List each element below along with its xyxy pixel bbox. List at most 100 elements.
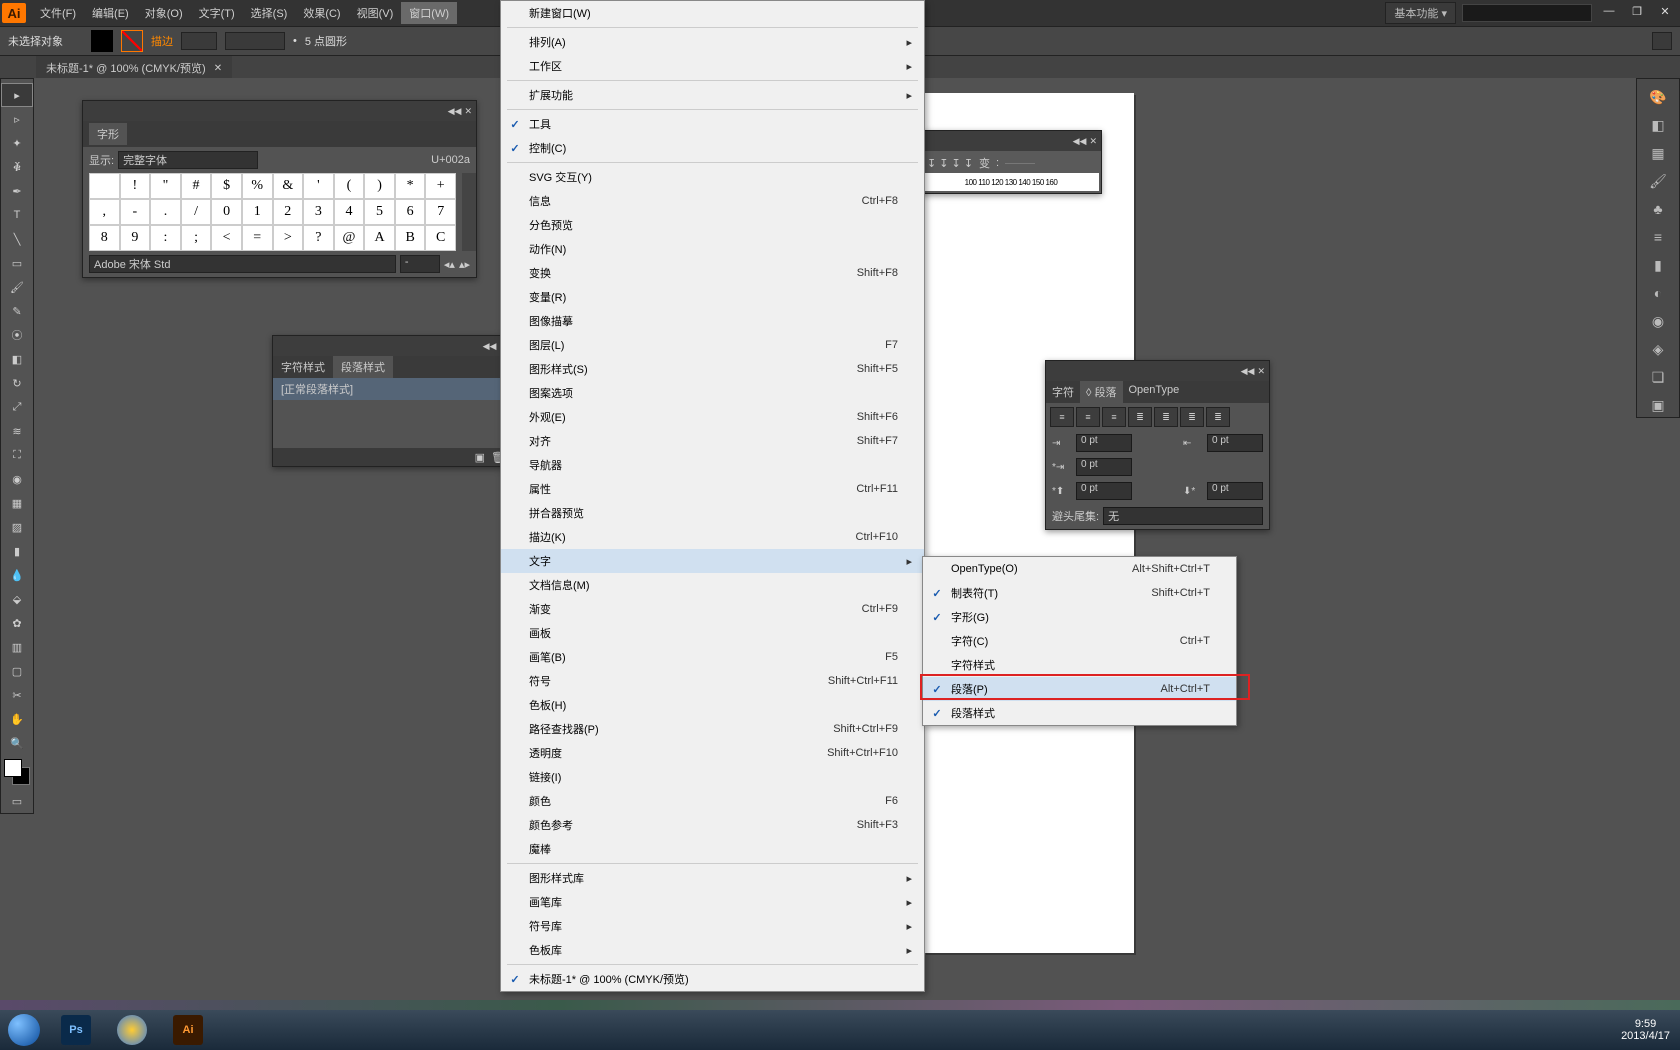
paintbrush-tool[interactable]: 🖌	[1, 275, 33, 299]
dock-graphic-styles-icon[interactable]: ◈	[1644, 337, 1672, 361]
dock-brushes-icon[interactable]: 🖌	[1644, 169, 1672, 193]
glyph-grid[interactable]: !"#$%&'()*+,-./0123456789:;<=>?@ABC	[89, 173, 456, 251]
menu-item[interactable]: 新建窗口(W)	[501, 1, 924, 25]
glyph-cell[interactable]: /	[181, 199, 212, 225]
direct-selection-tool[interactable]: ▹	[1, 107, 33, 131]
menu-item[interactable]: 图层(L)F7	[501, 333, 924, 357]
menu-item[interactable]: 排列(A)▸	[501, 30, 924, 54]
menu-item[interactable]: 文字▸	[501, 549, 924, 573]
glyph-cell[interactable]: *	[395, 173, 426, 199]
close-icon[interactable]: ✕	[214, 63, 222, 74]
free-transform-tool[interactable]: ⛶	[1, 443, 33, 467]
menu-window[interactable]: 窗口(W)	[401, 2, 457, 24]
menu-item[interactable]: 字符样式	[923, 653, 1236, 677]
menu-item[interactable]: 属性Ctrl+F11	[501, 477, 924, 501]
menu-item[interactable]: 渐变Ctrl+F9	[501, 597, 924, 621]
menu-item[interactable]: 颜色参考Shift+F3	[501, 813, 924, 837]
glyph-cell[interactable]: ?	[303, 225, 334, 251]
align-right[interactable]: ≡	[1102, 407, 1126, 427]
close-icon[interactable]: ✕	[1089, 136, 1097, 147]
zoom-out-icon[interactable]: ◂▴	[444, 258, 455, 271]
shape-builder-tool[interactable]: ◉	[1, 467, 33, 491]
scale-tool[interactable]: ⤢	[1, 395, 33, 419]
glyph-cell[interactable]: :	[150, 225, 181, 251]
pencil-tool[interactable]: ✎	[1, 299, 33, 323]
menu-item[interactable]: ✓段落(P)Alt+Ctrl+T	[923, 677, 1236, 701]
glyph-cell[interactable]: #	[181, 173, 212, 199]
glyph-cell[interactable]: =	[242, 225, 273, 251]
collapse-icon[interactable]: ◀◀	[448, 106, 462, 117]
taskbar-illustrator[interactable]: Ai	[161, 1012, 215, 1048]
glyph-cell[interactable]: -	[120, 199, 151, 225]
menu-item[interactable]: 字符(C)Ctrl+T	[923, 629, 1236, 653]
fill-stroke-swatches[interactable]	[4, 759, 30, 785]
stroke-label[interactable]: 描边	[151, 33, 173, 49]
position-input[interactable]	[1005, 163, 1035, 164]
character-styles-tab[interactable]: 字符样式	[273, 356, 333, 378]
zoom-in-icon[interactable]: ▴▸	[459, 258, 470, 271]
menu-file[interactable]: 文件(F)	[32, 2, 84, 24]
line-tool[interactable]: ╲	[1, 227, 33, 251]
rectangle-tool[interactable]: ▭	[1, 251, 33, 275]
menu-item[interactable]: ✓工具	[501, 112, 924, 136]
menu-item[interactable]: ✓控制(C)	[501, 136, 924, 160]
menu-item[interactable]: 画笔库▸	[501, 890, 924, 914]
glyph-cell[interactable]: 2	[273, 199, 304, 225]
dock-symbols-icon[interactable]: ♣	[1644, 197, 1672, 221]
font-dropdown[interactable]: Adobe 宋体 Std	[89, 255, 396, 273]
menu-item[interactable]: 变换Shift+F8	[501, 261, 924, 285]
variable-width-dropdown[interactable]	[225, 32, 285, 50]
menu-item[interactable]: 图形样式(S)Shift+F5	[501, 357, 924, 381]
justify-right[interactable]: ≣	[1180, 407, 1204, 427]
menu-item[interactable]: 外观(E)Shift+F6	[501, 405, 924, 429]
glyph-cell[interactable]: '	[303, 173, 334, 199]
menu-select[interactable]: 选择(S)	[243, 2, 296, 24]
glyph-cell[interactable]: 1	[242, 199, 273, 225]
menu-item[interactable]: 路径查找器(P)Shift+Ctrl+F9	[501, 717, 924, 741]
menu-item[interactable]: 描边(K)Ctrl+F10	[501, 525, 924, 549]
stroke-weight-dropdown[interactable]	[181, 32, 217, 50]
menu-item[interactable]: 图案选项	[501, 381, 924, 405]
zoom-tool[interactable]: 🔍	[1, 731, 33, 755]
ruler[interactable]: 100 110 120 130 140 150 160	[923, 173, 1099, 191]
dock-stroke-icon[interactable]: ≡	[1644, 225, 1672, 249]
menu-item[interactable]: 链接(I)	[501, 765, 924, 789]
eraser-tool[interactable]: ◧	[1, 347, 33, 371]
eyedropper-tool[interactable]: 💧	[1, 563, 33, 587]
menu-item[interactable]: 色板(H)	[501, 693, 924, 717]
glyph-cell[interactable]: ;	[181, 225, 212, 251]
menu-item[interactable]: 图形样式库▸	[501, 866, 924, 890]
glyph-cell[interactable]: 7	[425, 199, 456, 225]
close-icon[interactable]: ✕	[1257, 366, 1265, 377]
glyph-cell[interactable]: +	[425, 173, 456, 199]
dock-transparency-icon[interactable]: ◐	[1644, 281, 1672, 305]
dock-color-icon[interactable]: 🎨	[1644, 85, 1672, 109]
dock-swatches-icon[interactable]: ▦	[1644, 141, 1672, 165]
glyph-cell[interactable]: @	[334, 225, 365, 251]
menu-item[interactable]: ✓未标题-1* @ 100% (CMYK/预览)	[501, 967, 924, 991]
glyph-cell[interactable]: 9	[120, 225, 151, 251]
opentype-tab[interactable]: OpenType	[1123, 381, 1186, 403]
menu-item[interactable]: 画笔(B)F5	[501, 645, 924, 669]
dock-gradient-icon[interactable]: ▮	[1644, 253, 1672, 277]
dock-layers-icon[interactable]: ❏	[1644, 365, 1672, 389]
close-button[interactable]: ✕	[1654, 5, 1676, 21]
glyph-cell[interactable]: 5	[364, 199, 395, 225]
pen-tool[interactable]: ✒	[1, 179, 33, 203]
menu-item[interactable]: 色板库▸	[501, 938, 924, 962]
justify-center[interactable]: ≣	[1154, 407, 1178, 427]
glyph-cell[interactable]: %	[242, 173, 273, 199]
glyph-cell[interactable]: (	[334, 173, 365, 199]
collapse-icon[interactable]: ◀◀	[483, 341, 497, 352]
justify-left[interactable]: ≣	[1128, 407, 1152, 427]
menu-item[interactable]: ✓段落样式	[923, 701, 1236, 725]
align-center[interactable]: ≡	[1076, 407, 1100, 427]
menu-item[interactable]: 工作区▸	[501, 54, 924, 78]
mesh-tool[interactable]: ▨	[1, 515, 33, 539]
glyph-cell[interactable]: B	[395, 225, 426, 251]
menu-item[interactable]: 导航器	[501, 453, 924, 477]
menu-item[interactable]: ✓制表符(T)Shift+Ctrl+T	[923, 581, 1236, 605]
justify-all[interactable]: ≣	[1206, 407, 1230, 427]
glyph-cell[interactable]: ,	[89, 199, 120, 225]
type-tool[interactable]: T	[1, 203, 33, 227]
